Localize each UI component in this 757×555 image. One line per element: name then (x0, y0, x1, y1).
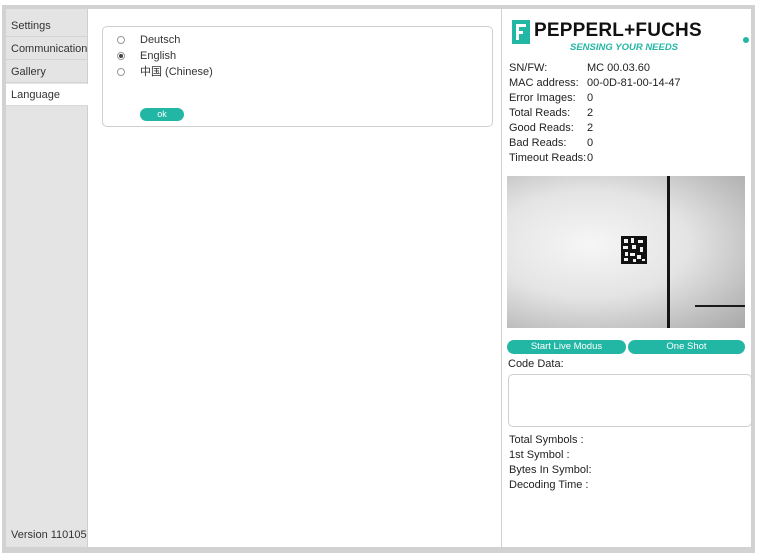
brand-tagline: SENSING YOUR NEEDS (570, 42, 679, 53)
info-key: Error Images: (509, 92, 576, 104)
decoding-time-label: Decoding Time : (509, 479, 589, 491)
radio-label: Deutsch (140, 34, 181, 46)
info-value: 2 (587, 122, 594, 134)
radio-label: 中国 (Chinese) (140, 66, 213, 78)
camera-image (507, 176, 745, 328)
info-key: Timeout Reads: (509, 152, 587, 164)
info-key: Bad Reads: (509, 137, 567, 149)
info-timeout-reads: Timeout Reads: 0 (509, 151, 593, 166)
datamatrix-code-icon (621, 236, 647, 264)
sidebar-item-gallery[interactable]: Gallery (6, 61, 88, 83)
language-panel: Deutsch English 中国 (Chinese) ok (102, 26, 493, 127)
start-live-modus-button[interactable]: Start Live Modus (507, 340, 626, 354)
info-value: 0 (587, 92, 594, 104)
info-value: 00-0D-81-00-14-47 (587, 77, 681, 89)
info-sn-fw: SN/FW: MC 00.03.60 (509, 61, 650, 76)
info-key: Good Reads: (509, 122, 574, 134)
pf-logo-icon (512, 20, 530, 44)
radio-english[interactable] (117, 52, 125, 60)
one-shot-button[interactable]: One Shot (628, 340, 745, 354)
sidebar: Settings Communication Gallery Language … (6, 9, 88, 547)
info-value: 0 (587, 152, 594, 164)
info-bad-reads: Bad Reads: 0 (509, 136, 593, 151)
first-symbol-label: 1st Symbol : (509, 449, 570, 461)
ok-button[interactable]: ok (140, 108, 184, 121)
code-data-field[interactable] (508, 374, 752, 427)
info-mac: MAC address: 00-0D-81-00-14-47 (509, 76, 681, 91)
camera-edge-line (695, 305, 745, 307)
version-label: Version 110105 (11, 529, 87, 541)
info-total-reads: Total Reads: 2 (509, 106, 593, 121)
radio-label: English (140, 50, 177, 62)
brand-logo: PEPPERL+FUCHS SENSING YOUR NEEDS (512, 20, 712, 60)
sidebar-item-language[interactable]: Language (6, 84, 88, 106)
radio-deutsch[interactable] (117, 36, 125, 44)
info-value: MC 00.03.60 (587, 62, 650, 74)
info-value: 2 (587, 107, 594, 119)
bytes-in-symbol-label: Bytes In Symbol: (509, 464, 592, 476)
info-key: Total Reads: (509, 107, 571, 119)
radio-chinese[interactable] (117, 68, 125, 76)
sidebar-item-communication[interactable]: Communication (6, 38, 88, 60)
sidebar-item-settings[interactable]: Settings (6, 15, 88, 37)
total-symbols-label: Total Symbols : (509, 434, 584, 446)
info-good-reads: Good Reads: 2 (509, 121, 593, 136)
info-key: SN/FW: (509, 62, 548, 74)
camera-edge-line (667, 176, 670, 328)
status-dot-icon (743, 37, 749, 43)
code-data-label: Code Data: (508, 358, 564, 370)
brand-name: PEPPERL+FUCHS (534, 20, 702, 41)
info-key: MAC address: (509, 77, 579, 89)
info-value: 0 (587, 137, 594, 149)
info-error-images: Error Images: 0 (509, 91, 593, 106)
